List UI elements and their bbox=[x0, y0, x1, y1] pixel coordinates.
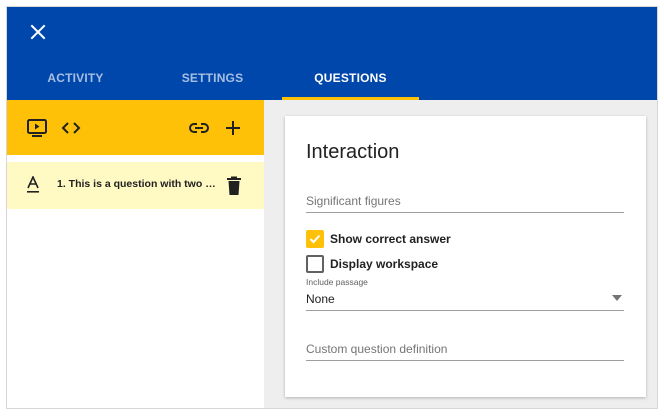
preview-icon[interactable] bbox=[25, 116, 49, 140]
show-correct-answer-label: Show correct answer bbox=[330, 232, 451, 246]
card-title: Interaction bbox=[306, 141, 400, 163]
custom-question-definition-field[interactable]: Custom question definition bbox=[306, 338, 624, 362]
question-list-item[interactable]: 1. This is a question with two blanks bbox=[7, 162, 264, 209]
checkbox-checked-icon bbox=[306, 230, 324, 248]
tab-settings[interactable]: SETTINGS bbox=[144, 66, 281, 100]
sidebar-toolbar bbox=[7, 100, 264, 155]
add-icon[interactable] bbox=[221, 116, 245, 140]
custom-question-definition-placeholder: Custom question definition bbox=[306, 342, 448, 356]
significant-figures-underline bbox=[306, 212, 624, 213]
include-passage-value: None bbox=[306, 292, 335, 306]
app-window: ACTIVITY SETTINGS QUESTIONS 1. This is a… bbox=[6, 6, 658, 409]
main-panel: Interaction Significant figures Show cor… bbox=[264, 100, 657, 408]
custom-question-definition-underline bbox=[306, 360, 624, 361]
text-format-icon bbox=[25, 176, 41, 194]
app-header: ACTIVITY SETTINGS QUESTIONS bbox=[7, 7, 657, 100]
dropdown-arrow-icon bbox=[612, 295, 622, 301]
checkbox-unchecked-icon bbox=[306, 255, 324, 273]
tab-questions-label: QUESTIONS bbox=[314, 71, 387, 85]
display-workspace-label: Display workspace bbox=[330, 257, 439, 271]
significant-figures-placeholder: Significant figures bbox=[306, 194, 401, 208]
code-icon[interactable] bbox=[59, 116, 83, 140]
tab-questions[interactable]: QUESTIONS bbox=[282, 66, 419, 100]
delete-icon[interactable] bbox=[225, 176, 243, 196]
close-icon[interactable] bbox=[27, 21, 49, 43]
interaction-card: Interaction Significant figures Show cor… bbox=[285, 116, 646, 397]
include-passage-underline bbox=[306, 310, 624, 311]
link-icon[interactable] bbox=[187, 116, 211, 140]
question-sidebar: 1. This is a question with two blanks bbox=[7, 100, 264, 408]
tab-activity-label: ACTIVITY bbox=[47, 71, 104, 85]
tab-activity[interactable]: ACTIVITY bbox=[7, 66, 144, 100]
tab-settings-label: SETTINGS bbox=[181, 71, 244, 85]
tab-bar: ACTIVITY SETTINGS QUESTIONS bbox=[7, 66, 657, 100]
significant-figures-field[interactable]: Significant figures bbox=[306, 190, 624, 214]
include-passage-select[interactable]: Include passage None bbox=[306, 277, 624, 315]
include-passage-label: Include passage bbox=[306, 277, 368, 287]
question-title: 1. This is a question with two blanks bbox=[57, 178, 217, 190]
